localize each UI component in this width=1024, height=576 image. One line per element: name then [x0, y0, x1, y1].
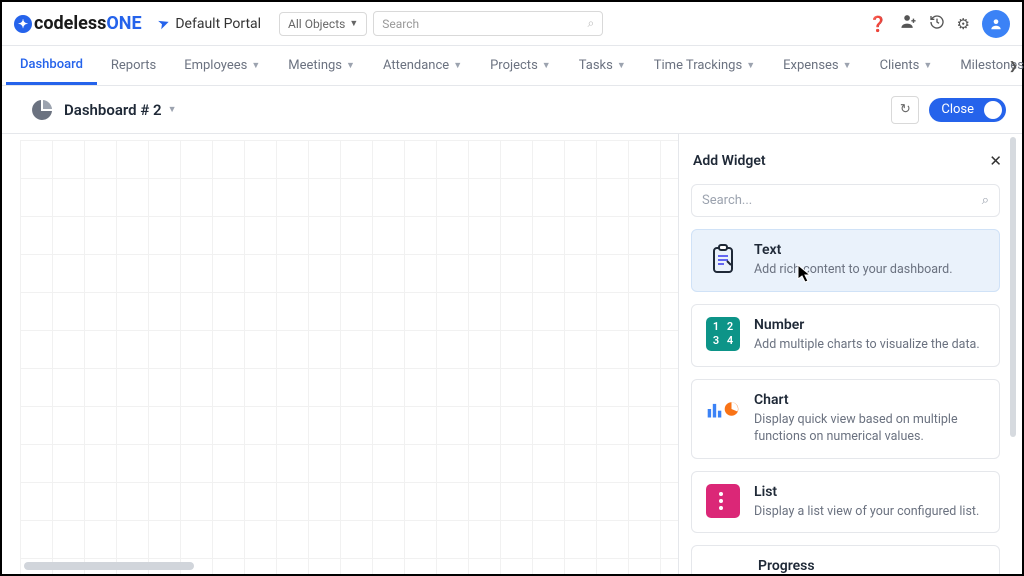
search-icon: ⌕: [982, 193, 989, 208]
widget-card-progress[interactable]: Progress Visualize the sum or count of a…: [691, 545, 1000, 574]
close-icon[interactable]: ✕: [989, 152, 1002, 170]
panel-header: Add Widget ✕: [679, 138, 1016, 180]
chevron-down-icon: ▼: [617, 60, 626, 71]
nav-expenses[interactable]: Expenses▼: [769, 46, 865, 85]
logo-text-accent: ONE: [106, 13, 141, 34]
widget-card-list[interactable]: List Display a list view of your configu…: [691, 471, 1000, 534]
add-widget-panel: Add Widget ✕ Search... ⌕ Text Add rich c…: [678, 134, 1022, 574]
chevron-down-icon: ▼: [843, 60, 852, 71]
widget-desc: Display a list view of your configured l…: [754, 504, 979, 521]
widget-desc: Add rich content to your dashboard.: [754, 262, 953, 279]
nav-projects[interactable]: Projects▼: [476, 46, 565, 85]
global-search-input[interactable]: Search ⌕: [373, 11, 603, 36]
progress-bar-icon: [706, 558, 744, 574]
help-icon[interactable]: ❓: [869, 15, 888, 33]
page-header: Dashboard # 2 ▼ ↻ Close: [2, 86, 1022, 134]
list-icon: [706, 484, 740, 518]
panel-title: Add Widget: [693, 153, 766, 169]
send-icon: ➤: [155, 14, 171, 33]
history-icon[interactable]: [929, 14, 945, 34]
add-user-icon[interactable]: [900, 13, 917, 34]
toggle-knob: [984, 101, 1002, 119]
main-nav: Dashboard Reports Employees▼ Meetings▼ A…: [2, 46, 1022, 86]
nav-tasks[interactable]: Tasks▼: [565, 46, 640, 85]
widget-title: Text: [754, 242, 953, 258]
nav-employees[interactable]: Employees▼: [170, 46, 274, 85]
widget-title: Chart: [754, 392, 985, 408]
main-area: Add Widget ✕ Search... ⌕ Text Add rich c…: [2, 134, 1022, 574]
search-icon: ⌕: [588, 16, 595, 31]
chevron-down-icon: ▼: [346, 60, 355, 71]
canvas-grid: [20, 140, 678, 574]
logo-icon: ✦: [14, 15, 32, 33]
widget-card-number[interactable]: 1234 Number Add multiple charts to visua…: [691, 304, 1000, 367]
pie-chart-icon: [30, 98, 54, 122]
close-label: Close: [941, 102, 974, 117]
object-filter-label: All Objects: [288, 17, 345, 31]
chevron-down-icon: ▼: [542, 60, 551, 71]
chevron-down-icon: ▼: [349, 18, 358, 29]
widget-desc: Add multiple charts to visualize the dat…: [754, 337, 980, 354]
widget-desc: Display quick view based on multiple fun…: [754, 412, 985, 446]
widget-title: Number: [754, 317, 980, 333]
refresh-button[interactable]: ↻: [891, 96, 919, 124]
number-grid-icon: 1234: [706, 317, 740, 351]
object-filter-select[interactable]: All Objects ▼: [279, 12, 367, 36]
close-toggle-button[interactable]: Close: [929, 98, 1006, 122]
dashboard-canvas[interactable]: [2, 134, 678, 574]
app-header: ✦ codelessONE ➤ Default Portal All Objec…: [2, 2, 1022, 46]
chevron-down-icon: ▼: [453, 60, 462, 71]
chart-icon: [706, 392, 740, 426]
widget-card-chart[interactable]: Chart Display quick view based on multip…: [691, 379, 1000, 459]
logo-text-plain: codeless: [34, 13, 106, 34]
gear-icon[interactable]: ⚙: [957, 15, 970, 33]
nav-attendance[interactable]: Attendance▼: [369, 46, 476, 85]
portal-label: Default Portal: [175, 16, 261, 32]
chevron-down-icon: ▼: [923, 60, 932, 71]
chevron-down-icon: ▼: [251, 60, 260, 71]
nav-scroll-right-icon[interactable]: ❯: [1009, 59, 1018, 72]
nav-clients[interactable]: Clients▼: [866, 46, 947, 85]
header-actions: ❓ ⚙: [869, 10, 1010, 38]
widget-card-text[interactable]: Text Add rich content to your dashboard.: [691, 229, 1000, 292]
clipboard-icon: [706, 242, 740, 276]
search-placeholder: Search: [382, 17, 419, 31]
app-logo[interactable]: ✦ codelessONE: [14, 13, 142, 34]
nav-dashboard[interactable]: Dashboard: [6, 46, 97, 85]
panel-search-placeholder: Search...: [702, 193, 752, 208]
nav-time-trackings[interactable]: Time Trackings▼: [640, 46, 769, 85]
panel-search-input[interactable]: Search... ⌕: [691, 184, 1000, 217]
nav-meetings[interactable]: Meetings▼: [274, 46, 369, 85]
chevron-down-icon: ▼: [168, 104, 177, 115]
panel-scrollbar[interactable]: [1010, 137, 1016, 437]
portal-selector[interactable]: ➤ Default Portal: [158, 16, 261, 32]
chevron-down-icon: ▼: [746, 60, 755, 71]
widget-title: List: [754, 484, 979, 500]
nav-reports[interactable]: Reports: [97, 46, 170, 85]
page-title[interactable]: Dashboard # 2 ▼: [64, 101, 177, 119]
widget-title: Progress: [758, 558, 985, 574]
horizontal-scrollbar[interactable]: [24, 562, 194, 570]
refresh-icon: ↻: [900, 102, 911, 117]
user-avatar[interactable]: [982, 10, 1010, 38]
